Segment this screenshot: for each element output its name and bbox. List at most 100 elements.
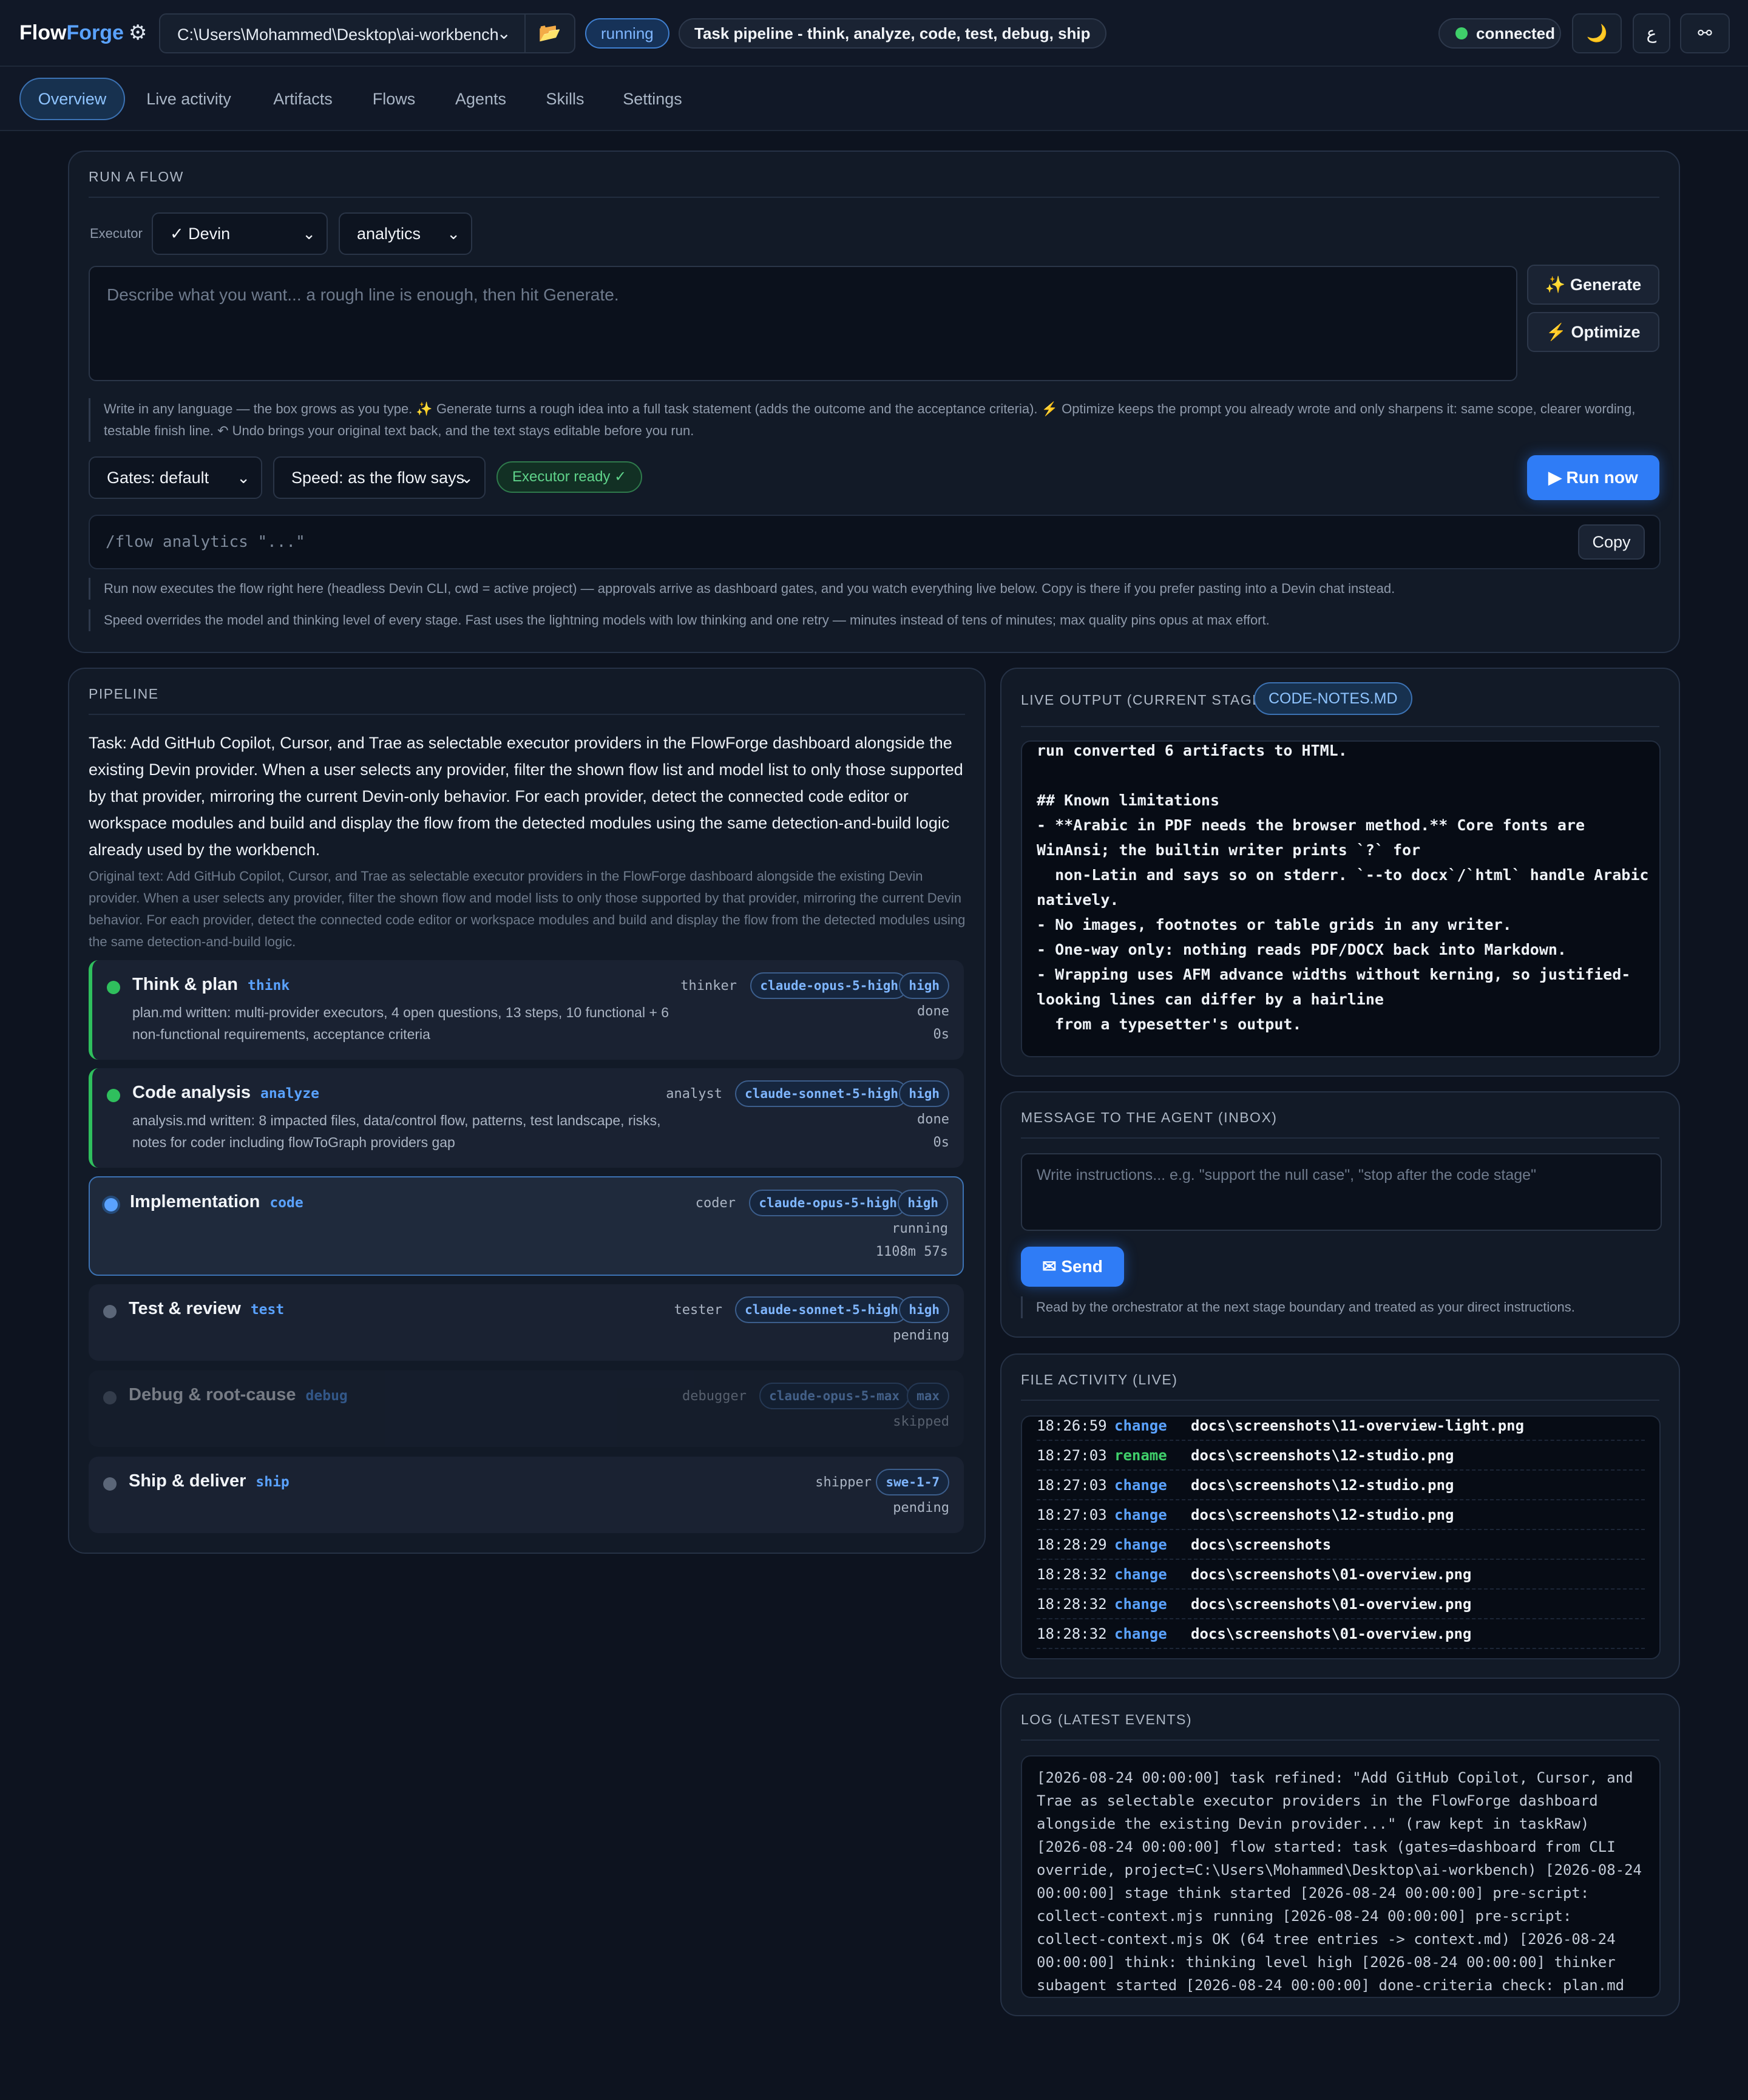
run-now-button[interactable]: ▶ Run now xyxy=(1527,455,1659,500)
effort-chip: high xyxy=(899,1080,949,1107)
file-activity-time: 18:28:32 xyxy=(1037,1566,1107,1583)
file-activity-path: docs\screenshots\01-overview.png xyxy=(1191,1596,1472,1613)
file-activity-kind: rename xyxy=(1114,1447,1167,1464)
file-activity-path: docs\screenshots\12-studio.png xyxy=(1191,1477,1454,1494)
flow-command: /flow analytics "..." xyxy=(89,515,1661,569)
stage-description: analysis.md written: 8 impacted files, d… xyxy=(132,1113,661,1150)
run-flow-title: RUN A FLOW xyxy=(89,169,184,185)
gear-icon[interactable]: ⚙ xyxy=(129,21,147,44)
top-bar: FlowForge ⚙ C:\Users\Mohammed\Desktop\ai-… xyxy=(0,0,1748,67)
file-activity-row: 18:27:03 rename docs\screenshots\12-studio… xyxy=(1037,1441,1645,1471)
stage-debug[interactable]: Debug & root-cause debug debugger claude-… xyxy=(89,1370,964,1447)
effort-chip: max xyxy=(907,1383,949,1409)
file-activity-kind: change xyxy=(1114,1625,1167,1642)
tab-agents[interactable]: Agents xyxy=(443,78,518,120)
file-activity-row: 18:28:32 change docs\screenshots\01-overvi… xyxy=(1037,1590,1645,1619)
inbox-message-input[interactable]: Write instructions... e.g. "support the … xyxy=(1021,1153,1662,1231)
open-folder-button[interactable]: 📂 xyxy=(524,13,575,53)
send-button[interactable]: ✉ Send xyxy=(1021,1247,1124,1287)
connection-dot-icon xyxy=(1455,27,1468,39)
connection-label: connected xyxy=(1476,24,1556,42)
tab-skills[interactable]: Skills xyxy=(535,78,595,120)
stage-name: Implementation code xyxy=(130,1192,303,1211)
stage-name: Test & review test xyxy=(129,1299,285,1318)
file-activity-kind: change xyxy=(1114,1417,1167,1434)
chevron-down-icon: ⌄ xyxy=(460,469,473,487)
live-output-console[interactable]: run converted 6 artifacts to HTML. ## Kn… xyxy=(1021,740,1661,1057)
tab-overview[interactable]: Overview xyxy=(19,78,125,120)
model-chip: swe-1-7 xyxy=(876,1469,949,1495)
live-output-title: LIVE OUTPUT (CURRENT STAGE) xyxy=(1021,692,1269,708)
file-activity-kind: change xyxy=(1114,1566,1167,1583)
stage-test[interactable]: Test & review test tester claude-sonnet-5… xyxy=(89,1284,964,1361)
file-activity-time: 18:27:03 xyxy=(1037,1447,1107,1464)
inbox-title: MESSAGE TO THE AGENT (INBOX) xyxy=(1021,1109,1278,1125)
file-activity-time: 18:28:32 xyxy=(1037,1625,1107,1642)
log-console[interactable]: [2026-08-24 00:00:00] task refined: "Add… xyxy=(1021,1755,1661,1998)
effort-chip: high xyxy=(899,972,949,999)
effort-chip: high xyxy=(899,1296,949,1323)
chevron-down-icon: ⌄ xyxy=(447,225,460,243)
stage-status: pending xyxy=(893,1328,949,1343)
project-path-value: C:\Users\Mohammed\Desktop\ai-workbench xyxy=(177,25,499,44)
language-toggle-button[interactable]: ع xyxy=(1633,13,1670,53)
file-activity-title: FILE ACTIVITY (LIVE) xyxy=(1021,1372,1178,1387)
tab-live-activity[interactable]: Live activity xyxy=(137,78,240,120)
live-output-panel: LIVE OUTPUT (CURRENT STAGE) CODE-NOTES.M… xyxy=(1000,668,1680,1077)
pipeline-panel: PIPELINE Task: Add GitHub Copilot, Curso… xyxy=(68,668,986,1554)
gates-value: Gates: default xyxy=(107,469,209,487)
file-activity-time: 18:28:29 xyxy=(1037,1536,1107,1553)
stage-analyze[interactable]: Code analysis analyze analysis.md written… xyxy=(89,1068,964,1168)
tab-settings[interactable]: Settings xyxy=(613,78,692,120)
stage-status: skipped xyxy=(893,1414,949,1429)
pipeline-title: PIPELINE xyxy=(89,686,159,702)
file-activity-time: 18:28:32 xyxy=(1037,1596,1107,1613)
model-chip: claude-opus-5-high xyxy=(750,972,908,999)
log-panel: LOG (LATEST EVENTS) [2026-08-24 00:00:00… xyxy=(1000,1693,1680,2016)
generate-button[interactable]: ✨ Generate xyxy=(1527,265,1659,305)
gates-select[interactable]: Gates: default ⌄ xyxy=(89,456,262,499)
prompt-input[interactable]: Describe what you want... a rough line i… xyxy=(89,266,1517,381)
log-title: LOG (LATEST EVENTS) xyxy=(1021,1712,1192,1727)
file-activity-time: 18:26:59 xyxy=(1037,1417,1107,1434)
flow-command-text: /flow analytics "..." xyxy=(106,533,305,551)
speed-hint: Speed overrides the model and thinking l… xyxy=(89,609,1655,631)
stage-description: plan.md written: multi-provider executor… xyxy=(132,1004,669,1042)
link-icon: ⚯ xyxy=(1698,24,1712,42)
project-path-select[interactable]: C:\Users\Mohammed\Desktop\ai-workbench ⌄ xyxy=(159,13,526,53)
tab-flows[interactable]: Flows xyxy=(362,78,426,120)
file-activity-list[interactable]: 18:26:59 change docs\screenshots\11-overvi… xyxy=(1021,1415,1661,1659)
status-done-icon xyxy=(107,981,120,994)
stage-name: Think & plan think xyxy=(132,975,290,994)
flow-select[interactable]: analytics ⌄ xyxy=(339,212,472,255)
file-activity-kind: change xyxy=(1114,1506,1167,1523)
status-pending-icon xyxy=(103,1305,117,1318)
tab-artifacts[interactable]: Artifacts xyxy=(259,78,347,120)
run-flow-panel: RUN A FLOW Executor ✓ Devin ⌄ analytics … xyxy=(68,151,1680,653)
optimize-button[interactable]: ⚡ Optimize xyxy=(1527,312,1659,352)
run-now-hint: Run now executes the flow right here (he… xyxy=(89,578,1655,600)
chevron-down-icon: ⌄ xyxy=(302,225,316,243)
speed-select[interactable]: Speed: as the flow says ⌄ xyxy=(273,456,486,499)
link-button[interactable]: ⚯ xyxy=(1680,13,1730,53)
status-running-icon xyxy=(104,1198,118,1211)
log-text: [2026-08-24 00:00:00] task refined: "Add… xyxy=(1037,1769,1642,1994)
theme-toggle-button[interactable]: 🌙 xyxy=(1572,13,1622,53)
stage-ship[interactable]: Ship & deliver ship shipper swe-1-7 pendi… xyxy=(89,1457,964,1533)
brand-flow: Flow xyxy=(19,21,67,44)
executor-select[interactable]: ✓ Devin ⌄ xyxy=(152,212,328,255)
file-activity-row: 18:27:03 change docs\screenshots\12-studio… xyxy=(1037,1501,1645,1530)
file-activity-row: 18:28:32 change docs\screenshots\01-overvi… xyxy=(1037,1560,1645,1590)
file-activity-kind: change xyxy=(1114,1536,1167,1553)
copy-button[interactable]: Copy xyxy=(1578,524,1645,560)
stage-status: running xyxy=(892,1221,948,1236)
file-activity-path: docs\screenshots\12-studio.png xyxy=(1191,1447,1454,1464)
stage-code[interactable]: Implementation code coder claude-opus-5-h… xyxy=(89,1176,964,1276)
inbox-placeholder: Write instructions... e.g. "support the … xyxy=(1037,1167,1536,1184)
stage-name: Ship & deliver ship xyxy=(129,1471,290,1491)
run-status-badge: running xyxy=(585,18,669,49)
connection-status-badge: connected xyxy=(1438,18,1561,49)
stage-think[interactable]: Think & plan think plan.md written: multi… xyxy=(89,960,964,1060)
stage-role: coder xyxy=(695,1196,736,1211)
brand-forge: Forge xyxy=(66,21,124,44)
